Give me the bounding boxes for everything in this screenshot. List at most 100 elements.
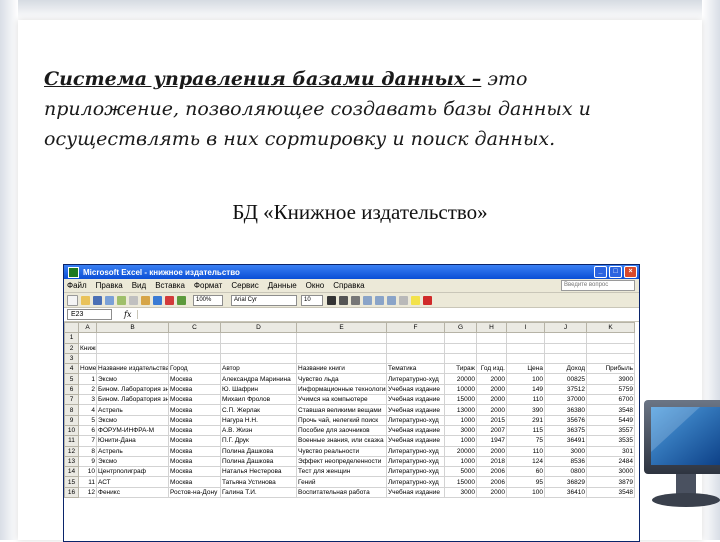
- table-cell[interactable]: [476, 332, 507, 344]
- table-cell[interactable]: [78, 332, 97, 344]
- table-cell[interactable]: 3000: [586, 466, 635, 478]
- column-header[interactable]: K: [586, 321, 635, 334]
- table-cell[interactable]: 3879: [586, 476, 635, 488]
- table-cell[interactable]: Книжное издательство: [78, 342, 97, 354]
- bold-icon[interactable]: [327, 295, 336, 305]
- row-header[interactable]: 4: [64, 363, 79, 375]
- spellcheck-icon[interactable]: [117, 295, 126, 305]
- table-cell[interactable]: Москва: [168, 466, 221, 478]
- table-cell[interactable]: Москва: [168, 445, 221, 457]
- column-header[interactable]: B: [96, 321, 169, 334]
- table-cell[interactable]: 149: [506, 383, 545, 396]
- table-cell[interactable]: Цена: [506, 363, 545, 375]
- table-cell[interactable]: Москва: [168, 404, 221, 416]
- table-cell[interactable]: [220, 352, 297, 365]
- table-cell[interactable]: [586, 352, 635, 365]
- table-cell[interactable]: Доход: [544, 363, 587, 375]
- select-all-corner[interactable]: [64, 321, 79, 334]
- fx-icon[interactable]: fx: [124, 310, 131, 319]
- table-cell[interactable]: Полина Дашкова: [220, 455, 297, 468]
- table-cell[interactable]: 13000: [444, 404, 477, 416]
- table-cell[interactable]: [476, 352, 507, 365]
- table-cell[interactable]: П.Г. Друк: [220, 435, 297, 447]
- table-cell[interactable]: Москва: [168, 424, 221, 437]
- table-cell[interactable]: 15000: [444, 476, 477, 488]
- row-header[interactable]: 9: [64, 414, 79, 426]
- borders-icon[interactable]: [399, 295, 408, 305]
- table-cell[interactable]: [220, 332, 297, 344]
- table-cell[interactable]: 3000: [444, 424, 477, 437]
- table-cell[interactable]: Нагура Н.Н.: [220, 414, 297, 426]
- table-cell[interactable]: 115: [506, 424, 545, 437]
- menu-view[interactable]: Вид: [132, 281, 146, 290]
- table-cell[interactable]: 36410: [544, 486, 587, 499]
- row-header[interactable]: 8: [64, 404, 79, 416]
- table-cell[interactable]: [444, 352, 477, 365]
- table-cell[interactable]: Бином. Лаборатория знаний: [96, 394, 169, 406]
- row-header[interactable]: 6: [64, 383, 79, 396]
- table-cell[interactable]: 110: [506, 394, 545, 406]
- column-header[interactable]: E: [296, 321, 387, 334]
- table-cell[interactable]: 2006: [476, 476, 507, 488]
- table-cell[interactable]: Учебная издание: [386, 435, 445, 447]
- name-box[interactable]: E23: [67, 309, 112, 320]
- table-cell[interactable]: Название книги: [296, 363, 387, 375]
- table-cell[interactable]: [476, 342, 507, 354]
- table-cell[interactable]: Пособие для заочников: [296, 424, 387, 437]
- table-cell[interactable]: 00825: [544, 373, 587, 385]
- table-cell[interactable]: Литературно-худ: [386, 455, 445, 468]
- table-cell[interactable]: [506, 332, 545, 344]
- cut-icon[interactable]: [129, 295, 138, 305]
- table-cell[interactable]: 301: [586, 445, 635, 457]
- minimize-icon[interactable]: _: [594, 266, 607, 278]
- font-name-select[interactable]: Arial Cyr: [231, 294, 297, 306]
- table-cell[interactable]: 1947: [476, 435, 507, 447]
- table-cell[interactable]: [168, 342, 221, 354]
- table-cell[interactable]: Чувство льда: [296, 373, 387, 385]
- font-size-select[interactable]: 10: [301, 294, 323, 306]
- table-cell[interactable]: 20000: [444, 445, 477, 457]
- row-header[interactable]: 14: [64, 466, 79, 478]
- undo-icon[interactable]: [153, 295, 162, 305]
- table-cell[interactable]: 35676: [544, 414, 587, 426]
- table-cell[interactable]: [96, 352, 169, 365]
- table-cell[interactable]: Литературно-худ: [386, 373, 445, 385]
- table-cell[interactable]: [96, 332, 169, 344]
- table-cell[interactable]: 3548: [586, 404, 635, 416]
- table-cell[interactable]: 1000: [444, 455, 477, 468]
- table-cell[interactable]: 60: [506, 466, 545, 478]
- table-cell[interactable]: Учебная издание: [386, 424, 445, 437]
- row-header[interactable]: 3: [64, 352, 79, 365]
- table-cell[interactable]: Наталья Нестерова: [220, 466, 297, 478]
- table-cell[interactable]: 2000: [476, 383, 507, 396]
- table-cell[interactable]: [296, 332, 387, 344]
- maximize-icon[interactable]: □: [609, 266, 622, 278]
- table-cell[interactable]: Учебная издание: [386, 404, 445, 416]
- table-cell[interactable]: 7: [78, 435, 97, 447]
- table-cell[interactable]: 75: [506, 435, 545, 447]
- table-cell[interactable]: 0800: [544, 466, 587, 478]
- menu-insert[interactable]: Вставка: [155, 281, 185, 290]
- table-cell[interactable]: Литературно-худ: [386, 445, 445, 457]
- table-cell[interactable]: 100: [506, 373, 545, 385]
- table-cell[interactable]: 36491: [544, 435, 587, 447]
- table-cell[interactable]: 2006: [476, 466, 507, 478]
- menu-edit[interactable]: Правка: [96, 281, 123, 290]
- table-cell[interactable]: [386, 332, 445, 344]
- row-header[interactable]: 16: [64, 486, 79, 499]
- column-header[interactable]: F: [386, 321, 445, 334]
- row-header[interactable]: 5: [64, 373, 79, 385]
- table-cell[interactable]: 5449: [586, 414, 635, 426]
- table-cell[interactable]: 37512: [544, 383, 587, 396]
- table-cell[interactable]: [296, 342, 387, 354]
- table-cell[interactable]: Феникс: [96, 486, 169, 499]
- table-cell[interactable]: 6700: [586, 394, 635, 406]
- table-cell[interactable]: 6: [78, 424, 97, 437]
- formula-input[interactable]: [137, 310, 639, 319]
- table-cell[interactable]: 11: [78, 476, 97, 488]
- table-cell[interactable]: 3535: [586, 435, 635, 447]
- table-cell[interactable]: Москва: [168, 383, 221, 396]
- row-header[interactable]: 1: [64, 332, 79, 344]
- table-cell[interactable]: Учебная издание: [386, 383, 445, 396]
- align-left-icon[interactable]: [363, 295, 372, 305]
